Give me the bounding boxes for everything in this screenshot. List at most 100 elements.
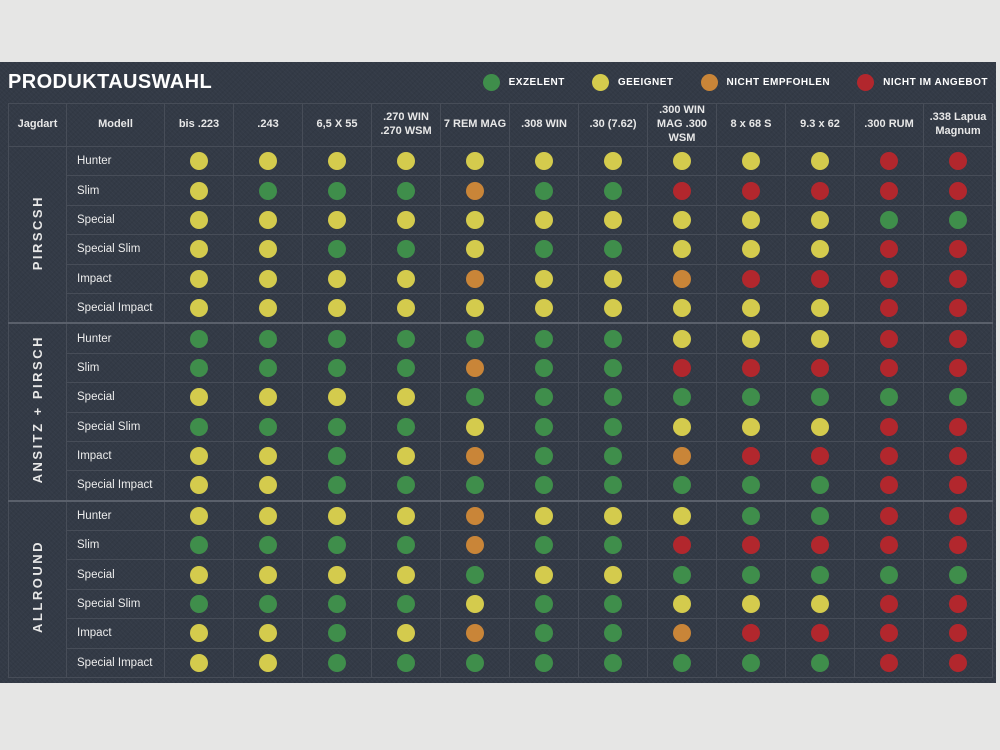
rating-cell <box>510 648 579 677</box>
rating-dot-nicht-im-angebot <box>880 240 898 258</box>
rating-cell <box>786 293 855 323</box>
rating-cell <box>786 501 855 531</box>
rating-cell <box>165 648 234 677</box>
table-row: Special Slim <box>9 412 993 441</box>
rating-dot-geeignet <box>604 299 622 317</box>
model-label: Special <box>67 205 165 234</box>
group-label-ansitz-pirsch: ANSITZ + PIRSCH <box>30 335 45 483</box>
rating-cell <box>579 589 648 618</box>
rating-cell <box>441 293 510 323</box>
rating-dot-exzelent <box>190 330 208 348</box>
table-row: Special Slim <box>9 235 993 264</box>
rating-dot-exzelent <box>604 388 622 406</box>
rating-cell <box>234 383 303 412</box>
rating-dot-exzelent <box>742 388 760 406</box>
rating-dot-nicht-im-angebot <box>673 536 691 554</box>
rating-dot-nicht-im-angebot <box>742 270 760 288</box>
rating-dot-nicht-im-angebot <box>880 270 898 288</box>
column-header-caliber-8-x-68-s: 8 x 68 S <box>717 104 786 147</box>
rating-cell <box>855 264 924 293</box>
rating-dot-geeignet <box>190 566 208 584</box>
rating-dot-geeignet <box>328 299 346 317</box>
rating-cell <box>303 323 372 353</box>
rating-cell <box>372 147 441 176</box>
rating-dot-exzelent <box>535 418 553 436</box>
rating-cell <box>786 323 855 353</box>
rating-dot-exzelent <box>328 359 346 377</box>
rating-dot-geeignet <box>673 211 691 229</box>
rating-cell <box>786 560 855 589</box>
rating-dot-geeignet <box>397 447 415 465</box>
rating-cell <box>165 619 234 648</box>
rating-cell <box>372 501 441 531</box>
rating-dot-geeignet <box>673 152 691 170</box>
table-row: Special <box>9 383 993 412</box>
rating-cell <box>303 471 372 501</box>
table-row: Impact <box>9 441 993 470</box>
rating-cell <box>372 589 441 618</box>
rating-dot-nicht-im-angebot <box>880 624 898 642</box>
rating-cell <box>924 471 993 501</box>
legend-item-exzelent: EXZELENT <box>483 74 565 91</box>
rating-dot-geeignet <box>328 152 346 170</box>
rating-dot-exzelent <box>604 240 622 258</box>
rating-cell <box>234 264 303 293</box>
rating-cell <box>510 264 579 293</box>
rating-dot-exzelent <box>535 330 553 348</box>
rating-dot-nicht-empfohlen <box>466 507 484 525</box>
column-header-caliber-bis-223: bis .223 <box>165 104 234 147</box>
rating-dot-exzelent <box>673 566 691 584</box>
rating-cell <box>648 147 717 176</box>
rating-dot-geeignet <box>259 240 277 258</box>
rating-dot-geeignet <box>673 330 691 348</box>
rating-cell <box>717 471 786 501</box>
rating-cell <box>303 441 372 470</box>
rating-dot-geeignet <box>742 211 760 229</box>
rating-cell <box>855 147 924 176</box>
rating-dot-exzelent <box>466 388 484 406</box>
rating-cell <box>234 205 303 234</box>
rating-dot-nicht-im-angebot <box>949 359 967 377</box>
rating-cell <box>855 619 924 648</box>
rating-dot-exzelent <box>673 388 691 406</box>
rating-cell <box>441 441 510 470</box>
model-label: Slim <box>67 531 165 560</box>
rating-cell <box>234 176 303 205</box>
rating-dot-nicht-im-angebot <box>742 624 760 642</box>
rating-cell <box>924 501 993 531</box>
rating-cell <box>510 441 579 470</box>
rating-dot-geeignet <box>811 595 829 613</box>
rating-cell <box>648 531 717 560</box>
rating-cell <box>234 619 303 648</box>
rating-dot-exzelent <box>190 595 208 613</box>
rating-dot-nicht-empfohlen <box>466 536 484 554</box>
rating-dot-geeignet <box>328 270 346 288</box>
rating-cell <box>165 293 234 323</box>
rating-cell <box>165 589 234 618</box>
rating-cell <box>717 264 786 293</box>
rating-dot-exzelent <box>466 566 484 584</box>
rating-dot-exzelent <box>328 476 346 494</box>
rating-cell <box>234 589 303 618</box>
table-row: PIRSCSHHunter <box>9 147 993 176</box>
rating-cell <box>648 501 717 531</box>
rating-cell <box>579 648 648 677</box>
rating-dot-exzelent <box>328 240 346 258</box>
rating-cell <box>510 323 579 353</box>
rating-cell <box>579 176 648 205</box>
column-header-modell: Modell <box>67 104 165 147</box>
rating-dot-nicht-im-angebot <box>742 447 760 465</box>
rating-cell <box>717 323 786 353</box>
rating-cell <box>234 560 303 589</box>
rating-dot-exzelent <box>604 447 622 465</box>
rating-cell <box>855 648 924 677</box>
rating-dot-exzelent <box>949 211 967 229</box>
rating-dot-geeignet <box>742 330 760 348</box>
rating-cell <box>786 147 855 176</box>
rating-cell <box>717 147 786 176</box>
rating-dot-exzelent <box>328 418 346 436</box>
table-row: Special Impact <box>9 293 993 323</box>
rating-cell <box>648 176 717 205</box>
rating-dot-exzelent <box>397 536 415 554</box>
rating-dot-geeignet <box>259 152 277 170</box>
